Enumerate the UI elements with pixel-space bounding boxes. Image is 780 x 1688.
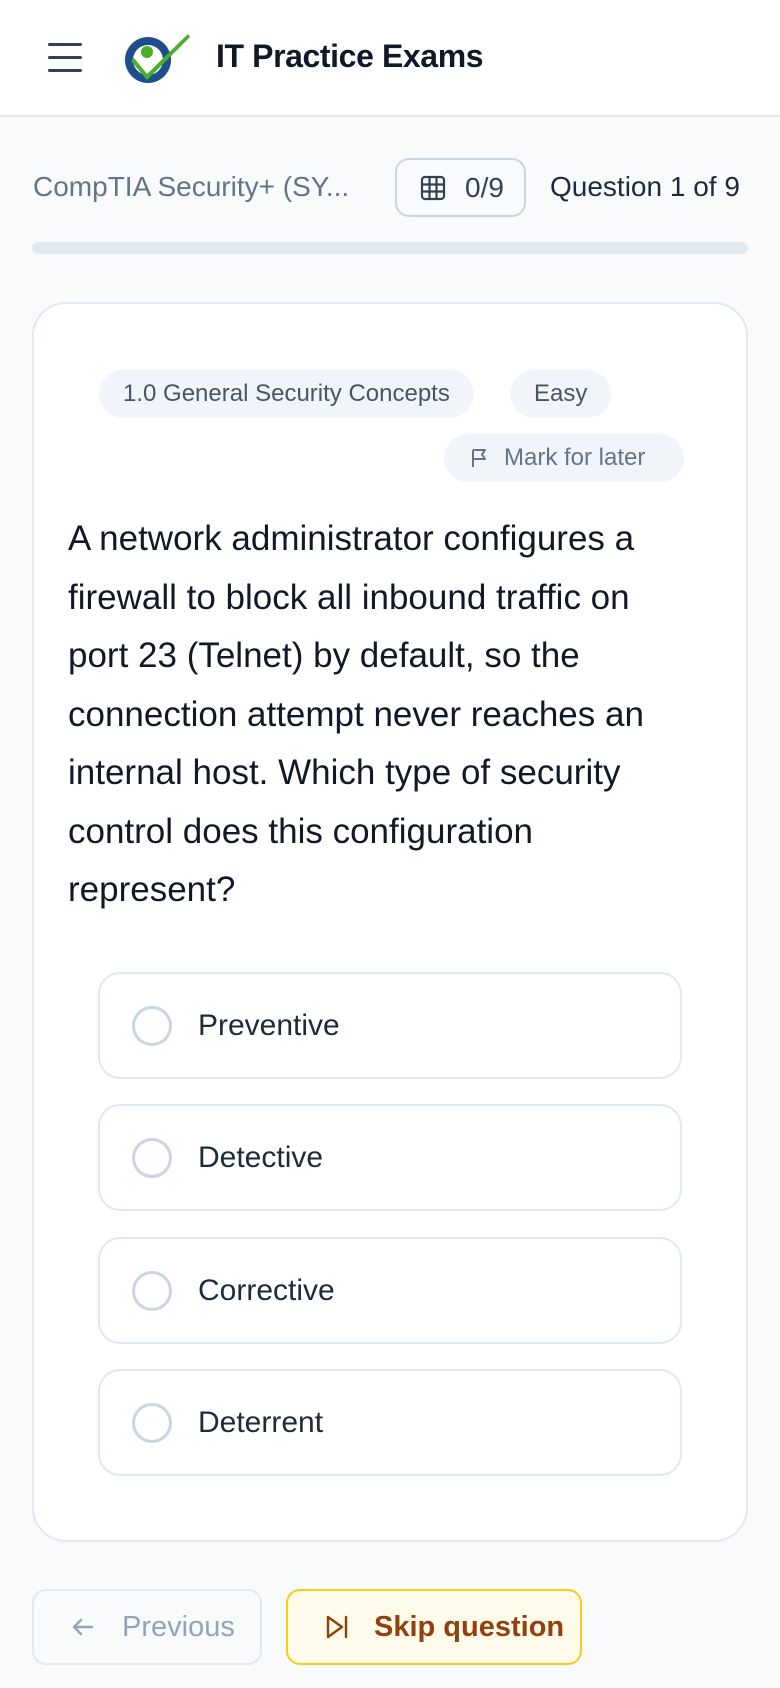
app-title: IT Practice Exams <box>216 38 484 74</box>
skip-forward-icon <box>326 1615 348 1639</box>
answer-option-detective[interactable]: Detective <box>98 1104 682 1211</box>
answer-option-preventive[interactable]: Preventive <box>98 972 682 1079</box>
answer-option-label: Detective <box>198 1140 324 1174</box>
arrow-left-icon <box>72 1618 94 1636</box>
flag-icon <box>472 449 486 467</box>
app-header: IT Practice Exams <box>0 0 780 117</box>
grid-icon <box>420 175 446 200</box>
progress-bar <box>32 242 748 254</box>
radio-icon[interactable] <box>132 1137 172 1178</box>
difficulty-tag: Easy <box>510 370 612 418</box>
answer-option-label: Corrective <box>198 1273 335 1307</box>
question-grid-button[interactable]: 0/9 <box>395 158 526 217</box>
question-text: A network administrator configures a fir… <box>68 519 644 909</box>
radio-icon[interactable] <box>132 1402 172 1443</box>
exam-name: CompTIA Security+ (SY... <box>33 171 350 202</box>
answer-option-corrective[interactable]: Corrective <box>98 1237 682 1344</box>
mark-for-later-label: Mark for later <box>504 444 646 471</box>
radio-icon[interactable] <box>132 1005 172 1046</box>
skip-question-button[interactable]: Skip question <box>286 1589 582 1665</box>
brand-logo-icon <box>125 34 190 83</box>
answer-option-deterrent[interactable]: Deterrent <box>98 1369 682 1476</box>
radio-icon[interactable] <box>132 1270 172 1311</box>
previous-button[interactable]: Previous <box>32 1589 262 1665</box>
answered-count: 0/9 <box>465 171 504 203</box>
skip-question-label: Skip question <box>374 1610 565 1643</box>
answer-option-label: Deterrent <box>198 1405 324 1439</box>
question-card: 1.0 General Security Concepts Easy Mark … <box>32 302 748 1542</box>
answer-option-label: Preventive <box>198 1008 340 1042</box>
question-counter: Question 1 of 9 <box>550 171 740 202</box>
previous-label: Previous <box>122 1610 235 1643</box>
mark-for-later-button[interactable]: Mark for later <box>444 434 684 482</box>
hamburger-menu-icon[interactable] <box>46 40 86 76</box>
domain-tag: 1.0 General Security Concepts <box>99 370 474 418</box>
